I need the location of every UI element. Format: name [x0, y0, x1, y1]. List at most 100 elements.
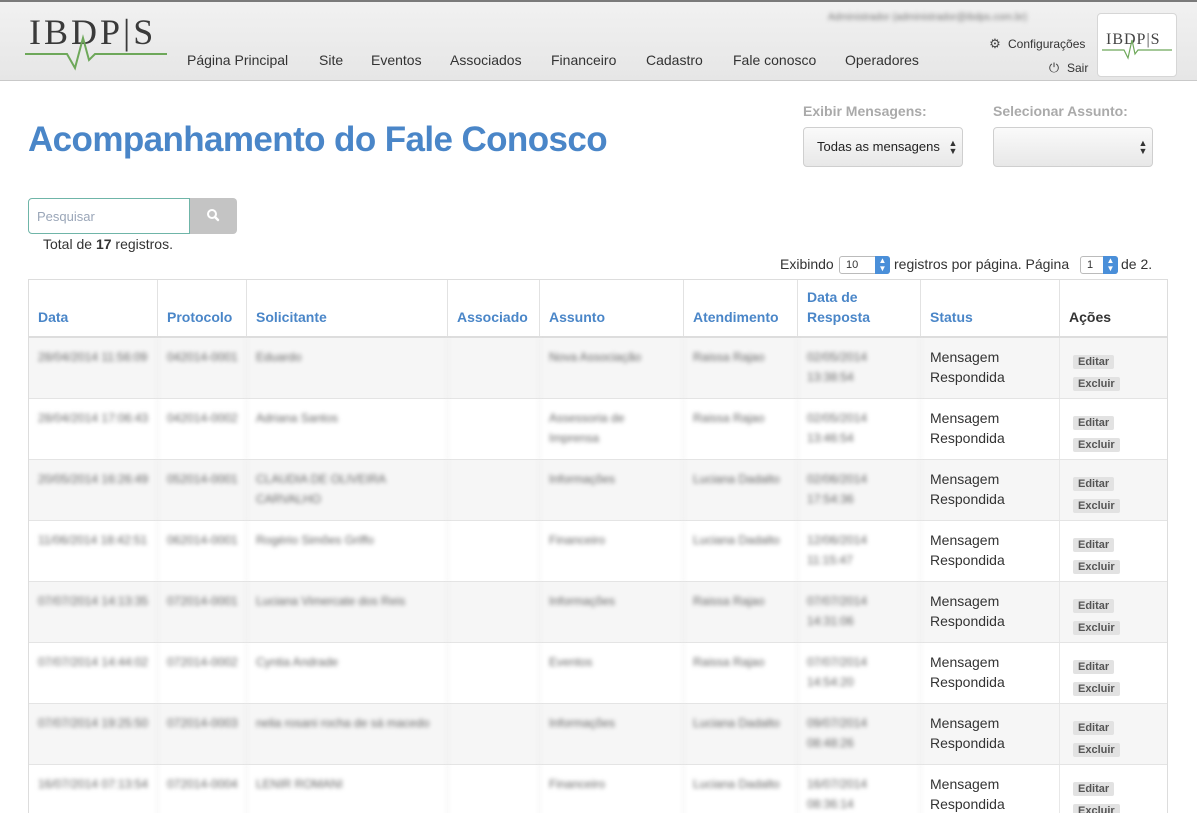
cell-status: Mensagem Respondida	[921, 460, 1060, 520]
delete-button[interactable]: Excluir	[1073, 560, 1120, 574]
subject-filter-label: Selecionar Assunto:	[993, 103, 1128, 119]
cell-data-resposta: 12/06/2014 11:15:47	[798, 521, 921, 581]
edit-button[interactable]: Editar	[1073, 538, 1115, 552]
logout-link[interactable]: ⏻ Sair	[1047, 60, 1089, 76]
cell-protocolo: 072014-0001	[158, 582, 247, 642]
cell-assunto: Financeiro	[540, 521, 684, 581]
table-row: 28/04/2014 11:56:09 042014-0001 Eduardo Nov…	[29, 338, 1167, 399]
subject-filter-select[interactable]: ▲ ▼	[993, 127, 1153, 167]
cell-status: Mensagem Respondida	[921, 704, 1060, 764]
nav-associados[interactable]: Associados	[450, 52, 522, 68]
cell-solicitante: CLAUDIA DE OLIVEIRA CARVALHO	[247, 460, 448, 520]
cell-associado	[448, 460, 540, 520]
edit-button[interactable]: Editar	[1073, 416, 1115, 430]
col-data-resposta[interactable]: Data de Resposta	[798, 280, 921, 336]
delete-button[interactable]: Excluir	[1073, 743, 1120, 757]
cell-data-resposta: 02/05/2014 13:38:54	[798, 338, 921, 398]
table-row: 16/07/2014 07:13:54 072014-0004 LENIR ROMA…	[29, 765, 1167, 813]
delete-button[interactable]: Excluir	[1073, 377, 1120, 391]
cell-atendimento: Raissa Rajao	[684, 338, 798, 398]
per-page-select[interactable]: 10 ▲ ▼	[839, 256, 890, 274]
edit-button[interactable]: Editar	[1073, 599, 1115, 613]
cell-assunto: Informações	[540, 704, 684, 764]
user-email: Administrador (administrador@ibdps.com.b…	[828, 12, 1028, 23]
settings-label: Configurações	[1008, 37, 1086, 51]
cell-protocolo: 042014-0002	[158, 399, 247, 459]
cell-data-resposta: 07/07/2014 14:54:20	[798, 643, 921, 703]
cell-associado	[448, 643, 540, 703]
search-icon	[207, 209, 220, 222]
delete-button[interactable]: Excluir	[1073, 621, 1120, 635]
top-header: IBDP|S Página Principal Site Eventos Ass…	[0, 0, 1197, 81]
svg-text:IBDP|S: IBDP|S	[29, 12, 156, 52]
edit-button[interactable]: Editar	[1073, 721, 1115, 735]
col-associado[interactable]: Associado	[448, 280, 540, 336]
table-row: 20/05/2014 16:26:49 052014-0001 CLAUDIA DE…	[29, 460, 1167, 521]
logout-label: Sair	[1067, 61, 1089, 75]
nav-cadastro[interactable]: Cadastro	[646, 52, 703, 68]
cell-associado	[448, 338, 540, 398]
ibdps-logo[interactable]: IBDP|S	[25, 8, 167, 80]
edit-button[interactable]: Editar	[1073, 782, 1115, 796]
cell-status: Mensagem Respondida	[921, 338, 1060, 398]
col-protocolo[interactable]: Protocolo	[158, 280, 247, 336]
settings-link[interactable]: ⚙ Configurações	[988, 36, 1085, 52]
nav-financeiro[interactable]: Financeiro	[551, 52, 616, 68]
table-row: 28/04/2014 17:06:43 042014-0002 Adriana Sa…	[29, 399, 1167, 460]
messages-filter-select[interactable]: Todas as mensagens ▲ ▼	[803, 127, 963, 167]
cell-protocolo: 052014-0001	[158, 460, 247, 520]
col-data[interactable]: Data	[29, 280, 158, 336]
cell-status: Mensagem Respondida	[921, 399, 1060, 459]
col-acoes: Ações	[1069, 309, 1112, 325]
nav-eventos[interactable]: Eventos	[371, 52, 422, 68]
nav-fale-conosco[interactable]: Fale conosco	[733, 52, 816, 68]
cell-status: Mensagem Respondida	[921, 765, 1060, 813]
col-atendimento[interactable]: Atendimento	[684, 280, 798, 336]
cell-data-resposta: 16/07/2014 08:36:14	[798, 765, 921, 813]
avatar[interactable]: IBDP|S	[1097, 13, 1177, 77]
edit-button[interactable]: Editar	[1073, 477, 1115, 491]
nav-operadores[interactable]: Operadores	[845, 52, 919, 68]
page-select[interactable]: 1 ▲ ▼	[1080, 256, 1118, 274]
cell-assunto: Informações	[540, 582, 684, 642]
page-value: 1	[1087, 259, 1094, 271]
spinner-icon: ▲ ▼	[875, 256, 890, 274]
delete-button[interactable]: Excluir	[1073, 682, 1120, 696]
cell-data-resposta: 09/07/2014 08:48:26	[798, 704, 921, 764]
cell-acoes: Editar Excluir	[1060, 643, 1167, 703]
cell-protocolo: 062014-0001	[158, 521, 247, 581]
nav-site[interactable]: Site	[319, 52, 343, 68]
col-solicitante[interactable]: Solicitante	[247, 280, 448, 336]
cell-data: 20/05/2014 16:26:49	[29, 460, 158, 520]
delete-button[interactable]: Excluir	[1073, 438, 1120, 452]
cell-data: 11/06/2014 18:42:51	[29, 521, 158, 581]
cell-protocolo: 072014-0003	[158, 704, 247, 764]
cell-status: Mensagem Respondida	[921, 521, 1060, 581]
edit-button[interactable]: Editar	[1073, 355, 1115, 369]
table-row: 07/07/2014 14:44:02 072014-0002 Cyntia And…	[29, 643, 1167, 704]
col-assunto[interactable]: Assunto	[540, 280, 684, 336]
delete-button[interactable]: Excluir	[1073, 499, 1120, 513]
cell-atendimento: Luciana Dadalto	[684, 460, 798, 520]
cell-data: 07/07/2014 19:25:50	[29, 704, 158, 764]
showing-label: Exibindo	[780, 256, 834, 272]
cell-data: 07/07/2014 14:44:02	[29, 643, 158, 703]
cell-assunto: Informações	[540, 460, 684, 520]
nav-pagina-principal[interactable]: Página Principal	[187, 52, 288, 68]
cell-data: 16/07/2014 07:13:54	[29, 765, 158, 813]
per-page-value: 10	[846, 259, 859, 271]
cell-protocolo: 072014-0002	[158, 643, 247, 703]
edit-button[interactable]: Editar	[1073, 660, 1115, 674]
page-title: Acompanhamento do Fale Conosco	[28, 120, 608, 159]
search-input[interactable]	[28, 198, 190, 234]
cell-protocolo: 042014-0001	[158, 338, 247, 398]
total-count: 17	[95, 236, 112, 252]
messages-table: Data Protocolo Solicitante Associado Ass…	[28, 279, 1168, 813]
cell-status: Mensagem Respondida	[921, 582, 1060, 642]
table-row: 11/06/2014 18:42:51 062014-0001 Rogério Si…	[29, 521, 1167, 582]
cell-acoes: Editar Excluir	[1060, 582, 1167, 642]
delete-button[interactable]: Excluir	[1073, 804, 1120, 813]
cell-solicitante: Rogério Simões Griffo	[247, 521, 448, 581]
search-button[interactable]	[190, 198, 237, 234]
col-status[interactable]: Status	[921, 280, 1060, 336]
